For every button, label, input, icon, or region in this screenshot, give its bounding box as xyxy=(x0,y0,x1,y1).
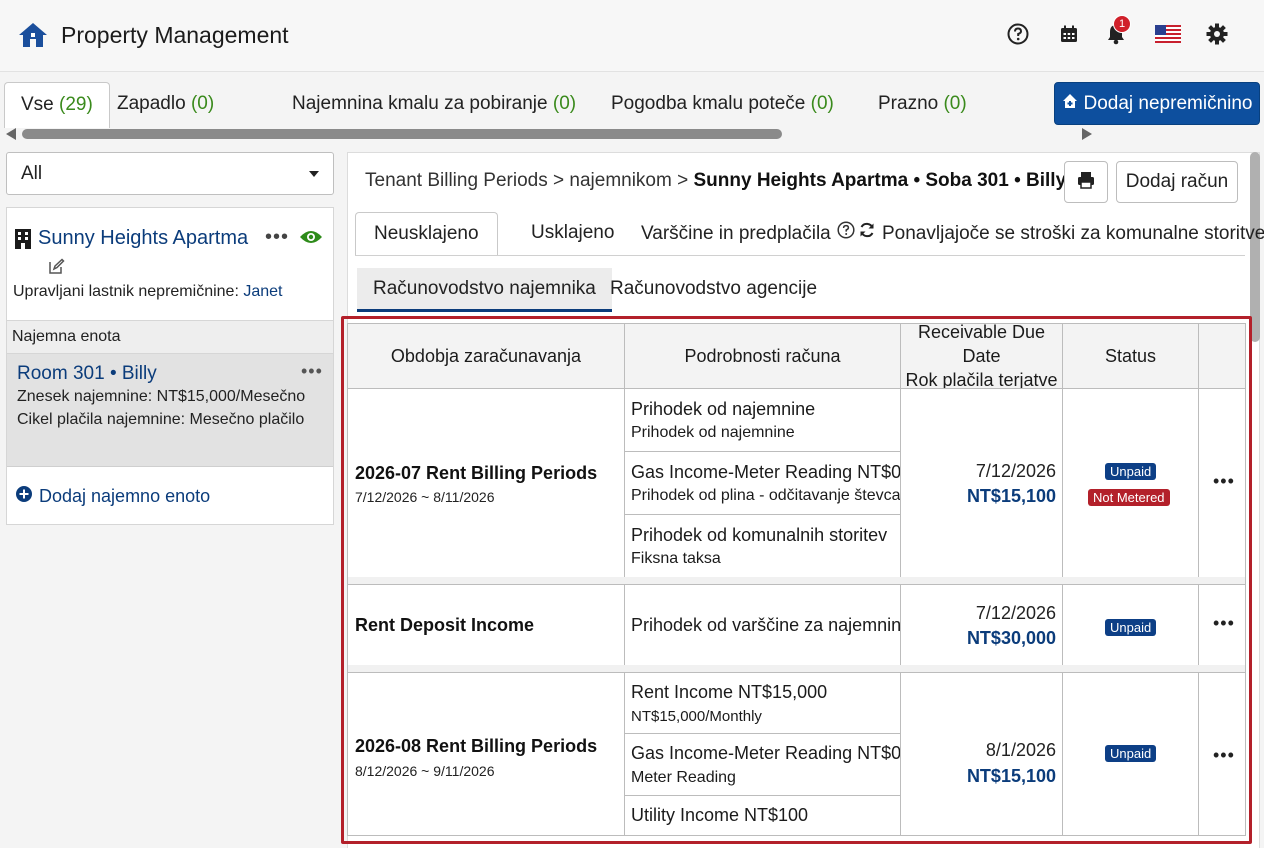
breadcrumb-item[interactable]: najemnikom xyxy=(569,170,671,191)
tab-contract-expiring[interactable]: Pogodba kmalu poteče (0) xyxy=(611,82,834,128)
scrollbar-thumb[interactable] xyxy=(22,129,782,139)
rental-units-header: Najemna enota xyxy=(7,320,333,354)
add-unit-label: Dodaj najemno enoto xyxy=(39,486,211,506)
tab-count: (0) xyxy=(190,93,215,114)
tab-recurring-label: Ponavljajoče se stroški za komunalne sto… xyxy=(882,223,1264,244)
us-flag-icon[interactable] xyxy=(1155,22,1181,46)
add-property-button[interactable]: Dodaj nepremičnino xyxy=(1054,82,1260,125)
building-icon xyxy=(14,228,32,255)
property-name[interactable]: Sunny Heights Apartma xyxy=(38,227,248,250)
tab-deposits-label: Varščine in predplačila xyxy=(641,223,831,244)
breadcrumb-separator: > xyxy=(553,170,565,191)
breadcrumb-item[interactable]: Tenant Billing Periods xyxy=(365,170,548,191)
tab-count: (0) xyxy=(552,93,577,114)
add-property-label: Dodaj nepremičnino xyxy=(1083,92,1253,114)
gear-icon[interactable] xyxy=(1205,22,1229,46)
unit-more-icon[interactable]: ••• xyxy=(301,361,323,382)
eye-icon[interactable] xyxy=(299,229,323,250)
print-button[interactable] xyxy=(1064,161,1108,203)
scroll-left-arrow-icon[interactable] xyxy=(6,128,16,140)
owner-name[interactable]: Janet xyxy=(243,283,282,300)
subtab-tenant-accounting[interactable]: Računovodstvo najemnika xyxy=(357,268,612,312)
breadcrumb: Tenant Billing Periods > najemnikom > Su… xyxy=(365,170,1066,192)
rental-unit-item[interactable]: Room 301 • Billy ••• Znesek najemnine: N… xyxy=(7,354,333,467)
add-rental-unit-link[interactable]: Dodaj najemno enoto xyxy=(15,485,210,508)
scroll-right-arrow-icon[interactable] xyxy=(1082,128,1092,140)
property-owner: Upravljani lastnik nepremičnine: Janet xyxy=(13,283,282,301)
owner-label: Upravljani lastnik nepremičnine: xyxy=(13,283,239,300)
property-more-icon[interactable]: ••• xyxy=(265,226,289,249)
tabs-horizontal-scrollbar[interactable] xyxy=(0,126,1100,142)
tab-reconciled[interactable]: Usklajeno xyxy=(531,212,614,256)
unit-title[interactable]: Room 301 • Billy xyxy=(17,363,157,385)
tab-label: Zapadlo xyxy=(117,93,186,114)
tab-unreconciled[interactable]: Neusklajeno xyxy=(355,212,498,256)
tab-vacant[interactable]: Prazno (0) xyxy=(878,82,967,128)
tab-label: Prazno xyxy=(878,93,939,114)
unit-cycle: Cikel plačila najemnine: Mesečno plačilo xyxy=(17,411,305,428)
tab-recurring-utilities[interactable]: Ponavljajoče se stroški za komunalne sto… xyxy=(858,212,1264,256)
tab-all[interactable]: Vse (29) xyxy=(4,82,110,128)
calendar-icon[interactable] xyxy=(1057,22,1081,46)
home-logo-icon[interactable] xyxy=(18,20,48,50)
filter-value: All xyxy=(21,163,43,184)
tab-rent-due-soon[interactable]: Najemnina kmalu za pobiranje (0) xyxy=(292,82,576,128)
property-filter-select[interactable]: All xyxy=(6,152,334,195)
notification-count-badge: 1 xyxy=(1113,15,1131,33)
plus-circle-icon xyxy=(15,485,33,508)
house-plus-icon xyxy=(1062,93,1078,115)
tab-count: (29) xyxy=(59,94,93,115)
printer-icon xyxy=(1076,170,1096,195)
breadcrumb-current: Sunny Heights Apartma • Soba 301 • Billy xyxy=(693,170,1067,191)
caret-down-icon xyxy=(309,171,319,177)
help-circle-icon[interactable] xyxy=(837,213,855,255)
tab-overdue[interactable]: Zapadlo (0) xyxy=(117,82,214,128)
add-bill-button[interactable]: Dodaj račun xyxy=(1116,161,1238,203)
subtab-agency-accounting[interactable]: Računovodstvo agencije xyxy=(594,268,833,312)
property-card: Sunny Heights Apartma ••• Upravljani las… xyxy=(6,207,334,525)
refresh-icon xyxy=(858,213,876,255)
tab-count: (0) xyxy=(943,93,967,114)
tab-label: Vse xyxy=(21,94,54,115)
tab-label: Najemnina kmalu za pobiranje xyxy=(292,93,548,114)
help-circle-icon[interactable] xyxy=(1006,22,1030,46)
app-title: Property Management xyxy=(61,22,289,48)
tabs-divider xyxy=(355,255,1245,256)
app-header: Property Management 1 xyxy=(0,0,1264,72)
bills-table-highlight xyxy=(341,316,1252,844)
tab-label: Pogodba kmalu poteče xyxy=(611,93,806,114)
unit-rent: Znesek najemnine: NT$15,000/Mesečno xyxy=(17,388,306,405)
breadcrumb-separator: > xyxy=(677,170,689,191)
tab-deposits[interactable]: Varščine in predplačila xyxy=(641,212,855,256)
edit-icon[interactable] xyxy=(47,258,65,281)
tab-count: (0) xyxy=(810,93,834,114)
